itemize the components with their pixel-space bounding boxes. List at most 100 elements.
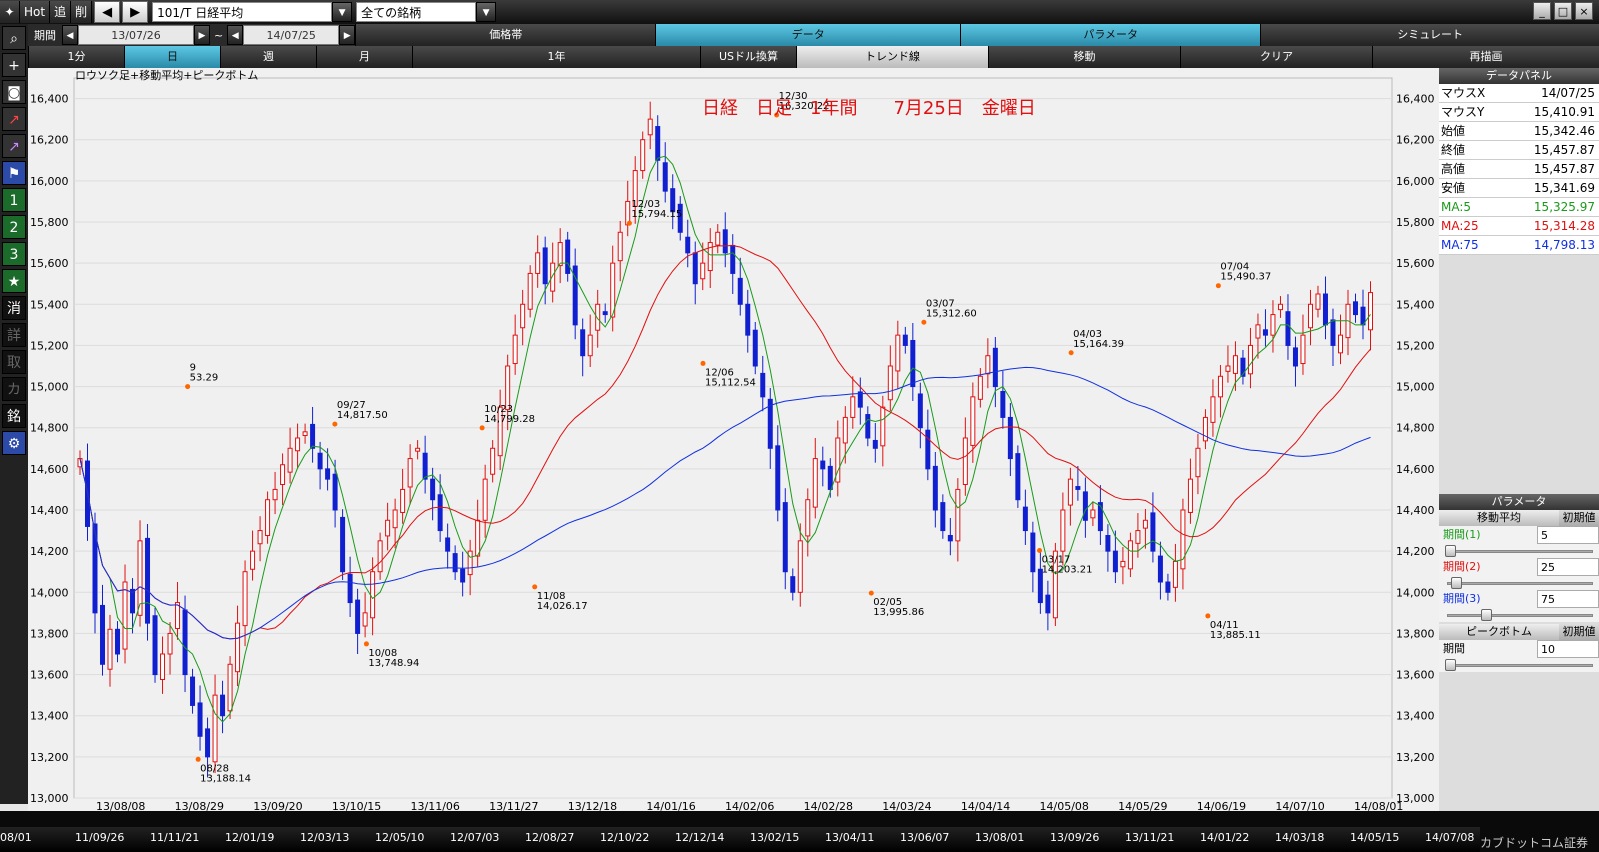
pb-slider[interactable] <box>1439 658 1599 672</box>
from-prev-icon[interactable]: ◀ <box>62 25 78 45</box>
close-button[interactable]: × <box>1575 2 1593 20</box>
to-prev-icon[interactable]: ◀ <box>227 25 244 45</box>
detail-button[interactable]: 詳 <box>2 323 26 347</box>
param-panel: パラメータ 移動平均 初期値 期間(1) 5 期間(2) 25 期間(3) 75… <box>1439 494 1599 672</box>
y-tick-right: 14,600 <box>1396 463 1435 476</box>
param-2-slider[interactable] <box>1439 576 1599 590</box>
from-next-icon[interactable]: ▶ <box>194 25 210 45</box>
candle-body <box>167 632 173 655</box>
candle-body <box>1292 347 1298 367</box>
maximize-button[interactable]: □ <box>1554 2 1572 20</box>
candle-body <box>760 372 766 398</box>
candle-body <box>1352 301 1358 316</box>
param-1-slider[interactable] <box>1439 544 1599 558</box>
chart-purple-icon[interactable]: ↗ <box>2 134 26 158</box>
peak-value-label: 15,164.39 <box>1073 339 1124 350</box>
timeline-label: 14/05/15 <box>1350 831 1400 844</box>
trade-button[interactable]: 取 <box>2 350 26 374</box>
pb-reset-button[interactable]: 初期値 <box>1559 624 1599 640</box>
minimize-button[interactable]: _ <box>1533 2 1551 20</box>
candle-body <box>220 694 226 717</box>
candle-body <box>932 465 938 511</box>
bottom-value-label: 13,995.86 <box>873 607 924 618</box>
flag-icon[interactable]: ⚑ <box>2 161 26 185</box>
candle-body <box>1067 478 1073 506</box>
to-next-icon[interactable]: ▶ <box>339 25 356 45</box>
tab-daily[interactable]: 日 <box>124 46 220 68</box>
favorite-star-button[interactable]: ★ <box>2 269 26 293</box>
candle-body <box>1007 416 1013 460</box>
candle-body <box>782 502 788 573</box>
tab-simulate[interactable]: シミュレート <box>1260 24 1599 46</box>
tab-parameters[interactable]: パラメータ <box>960 24 1261 46</box>
candle-body <box>295 437 301 452</box>
hot-button[interactable]: Hot <box>20 1 51 23</box>
symbol-dropdown-icon[interactable]: ▼ <box>332 2 353 22</box>
tab-data[interactable]: データ <box>655 24 961 46</box>
candlestick-chart[interactable]: 16,400 16,200 16,000 15,800 15,600 15,400 15,2… <box>28 68 1439 813</box>
stock-button[interactable]: 銘 <box>2 404 26 428</box>
param-2-field[interactable]: 25 <box>1537 558 1599 576</box>
gear-icon[interactable]: ⚙ <box>2 431 26 455</box>
tab-weekly[interactable]: 週 <box>220 46 316 68</box>
chart-red-icon[interactable]: ↗ <box>2 107 26 131</box>
power-button[interactable]: カ <box>2 377 26 401</box>
list-field[interactable]: 全ての銘柄 <box>356 2 477 22</box>
crosshair-icon[interactable]: + <box>2 53 26 77</box>
from-date-field[interactable]: 13/07/26 <box>78 25 194 45</box>
timeline-label: 13/11/21 <box>1125 831 1175 844</box>
to-date-field[interactable]: 14/07/25 <box>243 25 340 45</box>
candle-body <box>1112 550 1118 573</box>
candle-body <box>992 347 998 388</box>
timeline-label: 12/08/27 <box>525 831 575 844</box>
delete-button[interactable]: 削 <box>71 1 93 23</box>
chart-area[interactable]: 16,400 16,200 16,000 15,800 15,600 15,400 15,2… <box>28 68 1439 813</box>
candle-body <box>1210 396 1216 423</box>
param-3-field[interactable]: 75 <box>1537 590 1599 608</box>
search-icon[interactable]: ⌕ <box>2 26 26 50</box>
x-tick: 14/07/10 <box>1275 800 1324 811</box>
candle-body <box>1015 453 1021 501</box>
pb-period-field[interactable]: 10 <box>1537 640 1599 658</box>
param-1-field[interactable]: 5 <box>1537 526 1599 544</box>
peak-marker <box>332 421 338 427</box>
camera-icon[interactable]: ◙ <box>2 80 26 104</box>
candle-body <box>775 445 781 511</box>
tab-1year[interactable]: 1年 <box>412 46 700 68</box>
bulb-icon[interactable]: ✦ <box>0 1 20 23</box>
redraw-button[interactable]: 再描画 <box>1372 46 1599 68</box>
clear-button[interactable]: クリア <box>1180 46 1372 68</box>
move-button[interactable]: 移動 <box>988 46 1180 68</box>
tab-monthly[interactable]: 月 <box>316 46 412 68</box>
next-symbol-button[interactable]: ▶ <box>122 1 149 23</box>
timeline-label: 12/07/03 <box>450 831 500 844</box>
ma-reset-button[interactable]: 初期値 <box>1559 510 1599 526</box>
usd-convert-button[interactable]: USドル換算 <box>700 46 796 68</box>
data-panel-rows: マウスX 14/07/25 マウスY 15,410.91 始値 15,342.46 終値 15… <box>1439 84 1599 255</box>
add-button[interactable]: 追 <box>50 1 72 23</box>
data-row-key: 高値 <box>1441 162 1466 176</box>
candle-body <box>1142 519 1148 529</box>
candle-body <box>1172 560 1178 588</box>
symbol-field[interactable]: 101/T 日経平均 <box>152 2 333 22</box>
tab-price-zone[interactable]: 価格帯 <box>355 24 656 46</box>
preset-1-button[interactable]: 1 <box>2 188 26 212</box>
timeline-label: 08/01 <box>0 831 32 844</box>
preset-3-button[interactable]: 3 <box>2 242 26 266</box>
list-dropdown-icon[interactable]: ▼ <box>476 2 497 22</box>
range-label: 期間 <box>34 29 56 42</box>
candle-body <box>1195 447 1201 478</box>
candle-body <box>332 473 338 511</box>
erase-button[interactable]: 消 <box>2 296 26 320</box>
timeline-label: 13/09/26 <box>1050 831 1100 844</box>
data-row-key: 安値 <box>1441 181 1466 195</box>
tab-1min[interactable]: 1分 <box>28 46 124 68</box>
candle-body <box>520 303 526 329</box>
timeline-label: 12/12/14 <box>675 831 725 844</box>
history-timeline[interactable]: 08/01 11/09/26 11/11/21 12/01/19 12/03/13 12/… <box>0 827 1480 852</box>
trendline-button[interactable]: トレンド線 <box>796 46 988 68</box>
preset-2-button[interactable]: 2 <box>2 215 26 239</box>
prev-symbol-button[interactable]: ◀ <box>94 1 121 23</box>
param-3-slider[interactable] <box>1439 608 1599 622</box>
candle-body <box>392 509 398 529</box>
